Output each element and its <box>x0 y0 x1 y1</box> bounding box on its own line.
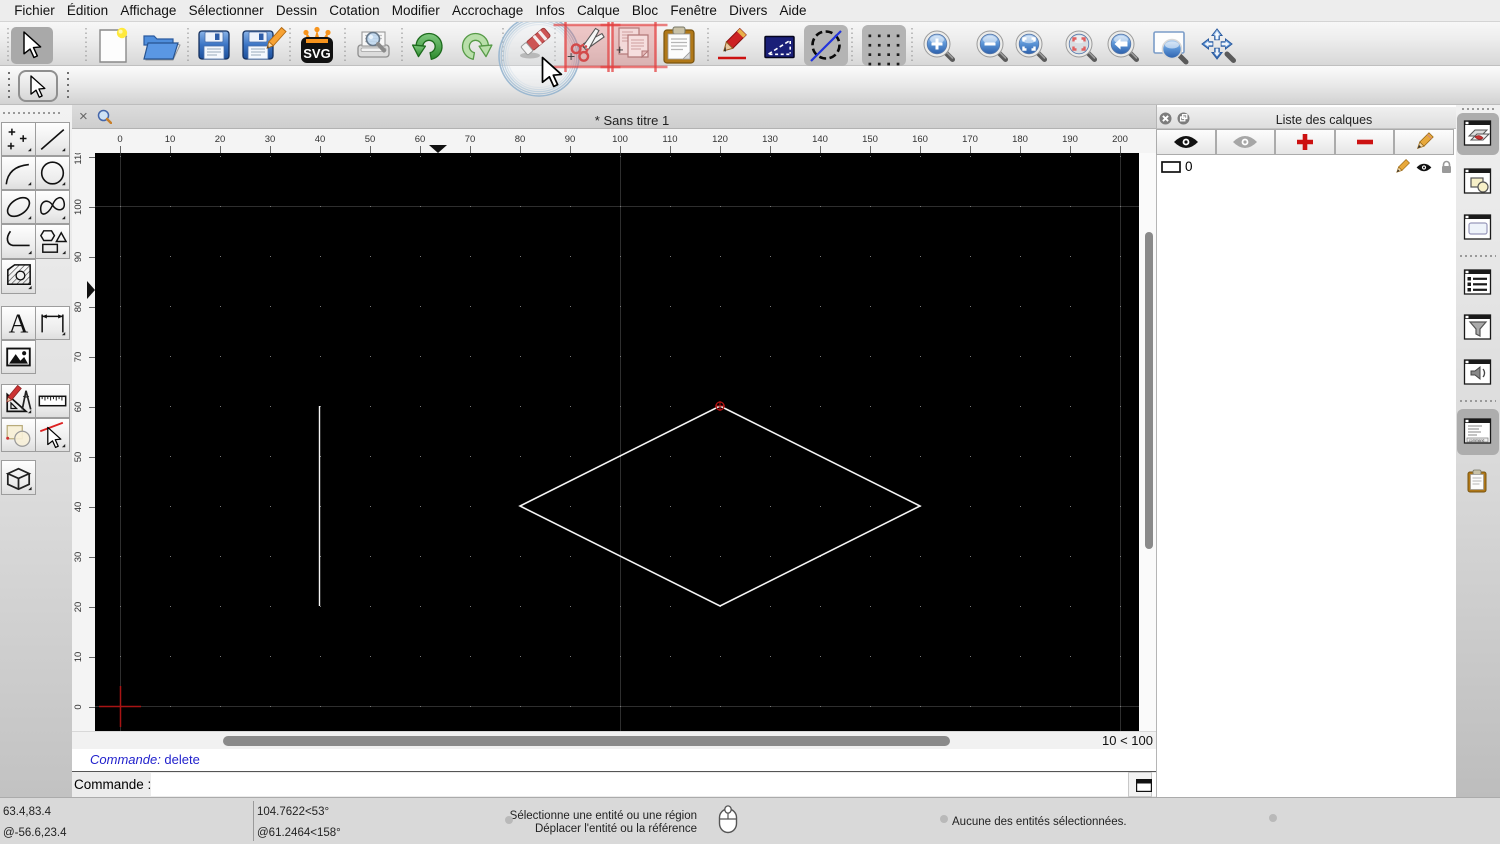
svg-text:A: A <box>9 308 29 338</box>
svg-text:40: 40 <box>315 134 326 145</box>
svg-text:20: 20 <box>215 134 226 145</box>
svg-text:50: 50 <box>365 134 376 145</box>
svg-text:130: 130 <box>762 134 778 145</box>
svg-text:20: 20 <box>73 602 84 613</box>
svg-text:SVG: SVG <box>303 46 330 61</box>
svg-text:70: 70 <box>465 134 476 145</box>
svg-text:0: 0 <box>73 704 84 709</box>
svg-text:60: 60 <box>415 134 426 145</box>
svg-text:10: 10 <box>73 652 84 663</box>
svg-text:70: 70 <box>73 352 84 363</box>
svg-text:90: 90 <box>73 252 84 263</box>
svg-text:50: 50 <box>73 452 84 463</box>
svg-text:200: 200 <box>1112 134 1128 145</box>
svg-text:140: 140 <box>812 134 828 145</box>
svg-text:110: 110 <box>73 153 84 165</box>
svg-text:190: 190 <box>1062 134 1078 145</box>
svg-text:60: 60 <box>73 402 84 413</box>
svg-text:180: 180 <box>1012 134 1028 145</box>
svg-text:100: 100 <box>612 134 628 145</box>
svg-text:150: 150 <box>862 134 878 145</box>
svg-text:100: 100 <box>73 199 84 215</box>
svg-text:160: 160 <box>912 134 928 145</box>
svg-text:0: 0 <box>117 134 122 145</box>
svg-text:command: command <box>1469 439 1484 443</box>
svg-text:80: 80 <box>515 134 526 145</box>
svg-text:170: 170 <box>962 134 978 145</box>
svg-text:80: 80 <box>73 302 84 313</box>
svg-text:10: 10 <box>165 134 176 145</box>
svg-text:30: 30 <box>265 134 276 145</box>
svg-text:120: 120 <box>712 134 728 145</box>
svg-text:+: + <box>616 42 624 57</box>
svg-text:30: 30 <box>73 552 84 563</box>
svg-text:40: 40 <box>73 502 84 513</box>
svg-text:90: 90 <box>565 134 576 145</box>
svg-text:110: 110 <box>662 134 677 145</box>
